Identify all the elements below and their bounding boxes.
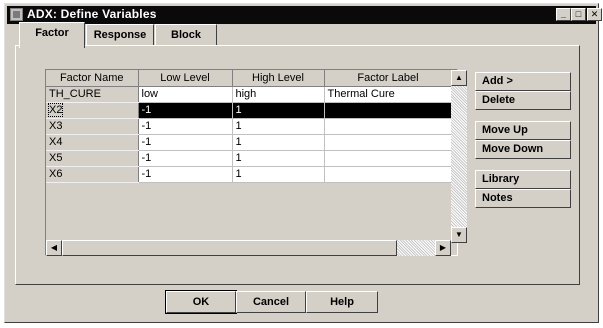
scroll-left-icon[interactable]: ◀ (46, 240, 62, 256)
factor-name-cell[interactable]: X3 (46, 118, 139, 135)
ok-button[interactable]: OK (165, 290, 237, 314)
table-row[interactable]: X6 -1 1 (46, 166, 453, 183)
add-button[interactable]: Add > (475, 72, 571, 91)
col-header-factor-name[interactable]: Factor Name (46, 70, 139, 87)
tab-block-label: Block (171, 29, 201, 41)
title-bar[interactable]: ADX: Define Variables _ □ ✕ (7, 6, 602, 24)
table-row[interactable]: X3 -1 1 (46, 118, 453, 135)
cancel-button[interactable]: Cancel (236, 291, 306, 313)
move-up-button[interactable]: Move Up (475, 121, 571, 140)
library-button[interactable]: Library (475, 170, 571, 189)
tab-factor[interactable]: Factor (19, 22, 85, 48)
high-level-cell[interactable]: 1 (232, 166, 325, 183)
delete-button[interactable]: Delete (475, 91, 571, 110)
factor-label-cell[interactable] (324, 166, 453, 183)
factor-label-cell[interactable] (324, 118, 453, 135)
scroll-up-icon[interactable]: ▲ (451, 70, 467, 86)
move-down-button[interactable]: Move Down (475, 140, 571, 159)
scroll-down-icon[interactable]: ▼ (451, 227, 467, 243)
factor-grid[interactable]: Factor Name Low Level High Level Factor … (45, 69, 458, 256)
low-level-cell[interactable]: -1 (138, 134, 233, 151)
high-level-cell[interactable]: 1 (232, 150, 325, 167)
table-row[interactable]: TH_CURE low high Thermal Cure (46, 86, 453, 103)
factor-label-cell[interactable]: Thermal Cure (324, 86, 453, 103)
factor-label-cell[interactable] (324, 150, 453, 167)
tab-response[interactable]: Response (86, 24, 154, 46)
col-header-high-level[interactable]: High Level (232, 70, 325, 87)
factor-name-cell[interactable]: X2 (46, 102, 139, 119)
low-level-cell[interactable]: low (138, 86, 233, 103)
factor-table: Factor Name Low Level High Level Factor … (46, 70, 453, 183)
horizontal-scrollbar[interactable]: ◀ ▶ (46, 240, 451, 256)
low-level-cell[interactable]: -1 (138, 166, 233, 183)
low-level-cell[interactable]: -1 (138, 102, 233, 119)
factor-name-cell[interactable]: X6 (46, 166, 139, 183)
low-level-cell[interactable]: -1 (138, 150, 233, 167)
high-level-cell[interactable]: 1 (232, 102, 325, 119)
factor-label-cell[interactable] (324, 134, 453, 151)
vertical-scrollbar[interactable]: ▲ ▼ (451, 70, 467, 243)
help-button[interactable]: Help (306, 291, 378, 313)
high-level-cell[interactable]: 1 (232, 118, 325, 135)
col-header-low-level[interactable]: Low Level (138, 70, 233, 87)
app-icon[interactable] (10, 8, 23, 21)
col-header-factor-label[interactable]: Factor Label (324, 70, 453, 87)
tab-block[interactable]: Block (155, 24, 217, 46)
factor-name-cell[interactable]: X4 (46, 134, 139, 151)
horizontal-scroll-thumb[interactable] (62, 240, 397, 256)
high-level-cell[interactable]: high (232, 86, 325, 103)
low-level-cell[interactable]: -1 (138, 118, 233, 135)
window-title: ADX: Define Variables (27, 7, 157, 21)
table-row[interactable]: X4 -1 1 (46, 134, 453, 151)
minimize-icon[interactable]: _ (556, 8, 571, 21)
notes-button[interactable]: Notes (475, 189, 571, 208)
factor-name-cell[interactable]: TH_CURE (46, 86, 139, 103)
maximize-icon[interactable]: □ (571, 8, 586, 21)
tab-factor-label: Factor (35, 27, 69, 39)
scroll-right-icon[interactable]: ▶ (435, 240, 451, 256)
factor-name-cell[interactable]: X5 (46, 150, 139, 167)
high-level-cell[interactable]: 1 (232, 134, 325, 151)
tab-response-label: Response (93, 29, 147, 41)
close-icon[interactable]: ✕ (587, 8, 602, 21)
table-row[interactable]: X5 -1 1 (46, 150, 453, 167)
factor-name-text: X2 (47, 103, 64, 117)
table-row-selected[interactable]: X2 -1 1 (46, 102, 453, 119)
factor-label-cell[interactable] (324, 102, 453, 119)
